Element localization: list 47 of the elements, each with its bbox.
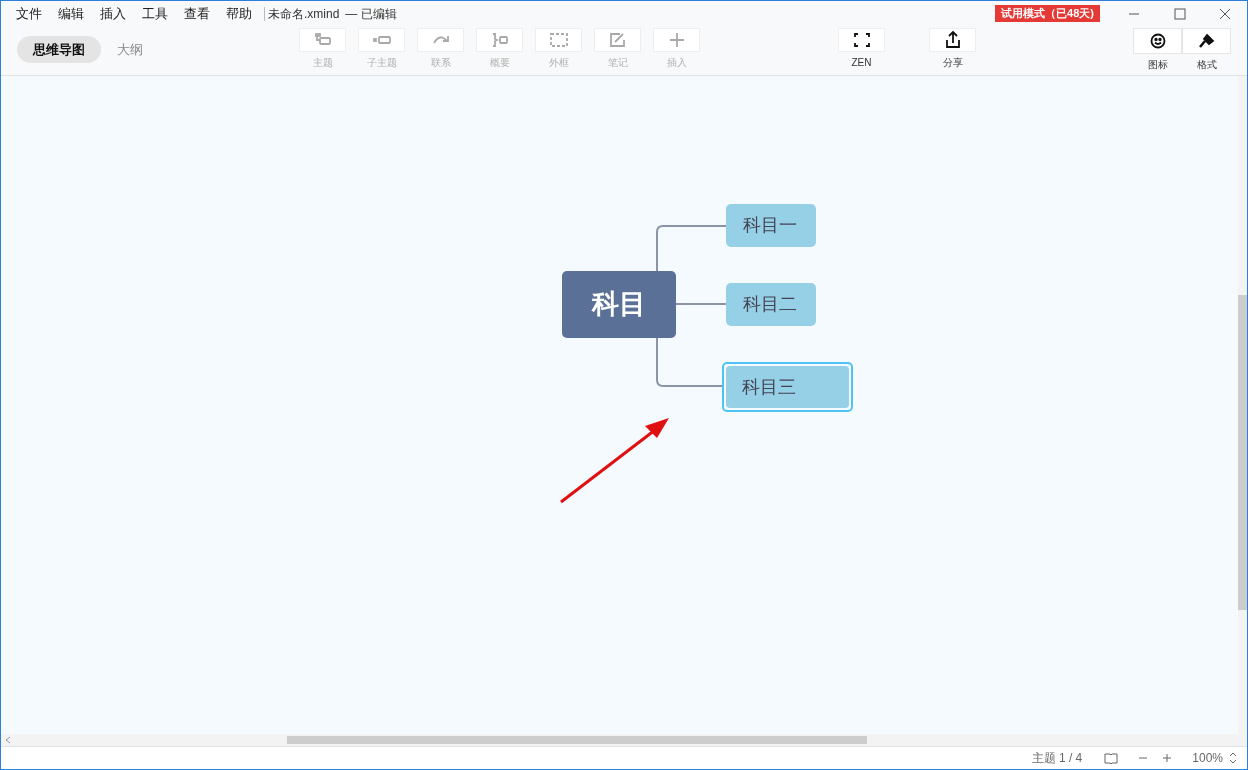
topic-icon xyxy=(312,32,333,48)
book-icon[interactable] xyxy=(1104,752,1119,764)
toolbar-label: 分享 xyxy=(942,56,963,70)
panel-button[interactable] xyxy=(1182,28,1231,54)
dashed-box-icon xyxy=(548,32,569,48)
zoom-in-icon[interactable] xyxy=(1162,753,1173,763)
zoom-level: 100% xyxy=(1192,750,1223,767)
panel-label: 格式 xyxy=(1196,58,1217,72)
connector-line xyxy=(676,303,726,305)
toolbar-button[interactable] xyxy=(838,28,885,52)
panel-label: 图标 xyxy=(1147,58,1168,72)
view-tab[interactable]: 大纲 xyxy=(101,36,159,63)
menu-item[interactable]: 编辑 xyxy=(58,3,84,24)
file-name: 未命名.xmind xyxy=(268,5,340,23)
toolbar-button[interactable] xyxy=(929,28,976,52)
topic-count: 主题 1 / 4 xyxy=(1031,750,1083,767)
subtopic-node[interactable]: 科目二 xyxy=(726,283,816,326)
menu-item[interactable]: 帮助 xyxy=(226,3,252,24)
connector-line xyxy=(656,338,722,388)
maximize-icon[interactable] xyxy=(1174,7,1186,20)
toolbar-label: 主题 xyxy=(312,56,333,70)
menu-item[interactable]: 插入 xyxy=(100,3,126,24)
toolbar-label: ZEN xyxy=(851,56,872,70)
toolbar-label: 插入 xyxy=(666,56,687,70)
toolbar-label: 笔记 xyxy=(607,56,628,70)
scroll-left-icon[interactable] xyxy=(4,736,12,744)
trial-badge: 试用模式（已48天) xyxy=(995,5,1100,22)
central-topic[interactable]: 科目 xyxy=(562,271,676,338)
toolbar-label: 子主题 xyxy=(366,56,397,70)
vertical-scrollbar-thumb[interactable] xyxy=(1238,295,1247,610)
horizontal-scrollbar-thumb[interactable] xyxy=(287,736,867,744)
stepper-icon[interactable] xyxy=(1229,752,1237,764)
note-icon xyxy=(607,32,628,48)
menu-item[interactable]: 文件 xyxy=(16,3,42,24)
close-icon[interactable] xyxy=(1219,7,1231,20)
subtopic-node[interactable]: 科目一 xyxy=(726,204,816,247)
brush-icon xyxy=(1196,33,1217,49)
toolbar-label: 联系 xyxy=(430,56,451,70)
view-tab[interactable]: 思维导图 xyxy=(17,36,101,63)
menu-item[interactable]: 查看 xyxy=(184,3,210,24)
connector-line xyxy=(656,224,726,272)
panel-button[interactable] xyxy=(1133,28,1182,54)
toolbar-label: 概要 xyxy=(489,56,510,70)
fullscreen-icon xyxy=(851,32,872,48)
menu-item[interactable]: 工具 xyxy=(142,3,168,24)
edit-status: — 已编辑 xyxy=(345,5,397,23)
toolbar-label: 外框 xyxy=(548,56,569,70)
